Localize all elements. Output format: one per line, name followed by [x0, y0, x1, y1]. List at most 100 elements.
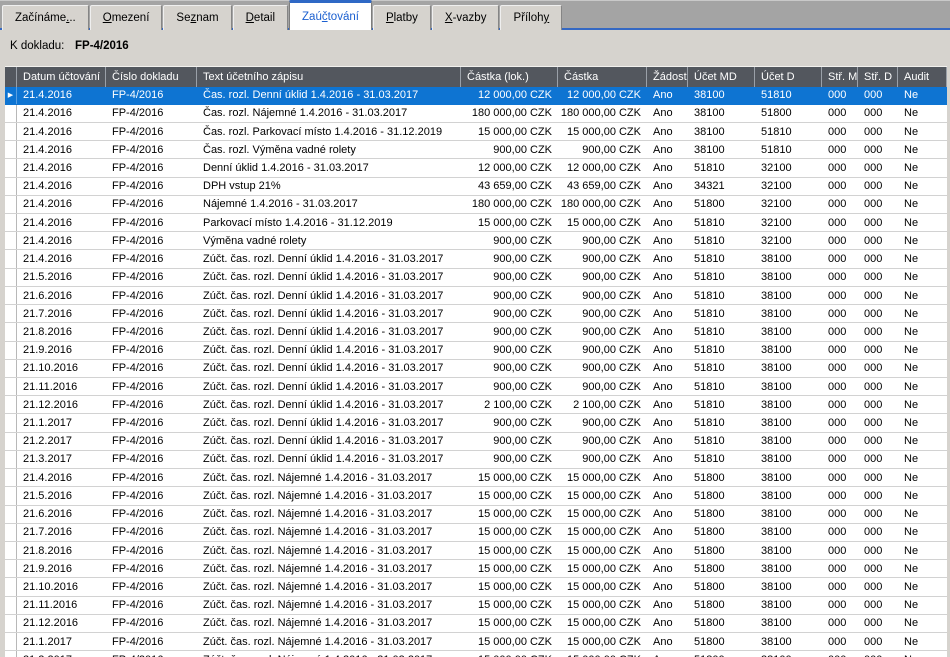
cell-str-md: 000 [822, 123, 858, 140]
cell-ucet-md: 51800 [688, 542, 755, 559]
cell-castka: 43 659,00 CZK [558, 178, 647, 195]
table-row[interactable]: 21.11.2016FP-4/2016Zúčt. čas. rozl. Náje… [5, 597, 947, 615]
table-row[interactable]: 21.3.2017FP-4/2016Zúčt. čas. rozl. Denní… [5, 451, 947, 469]
cell-text-zapisu: Zúčt. čas. rozl. Nájemné 1.4.2016 - 31.0… [197, 506, 461, 523]
table-row[interactable]: 21.11.2016FP-4/2016Zúčt. čas. rozl. Denn… [5, 378, 947, 396]
table-row[interactable]: 21.4.2016FP-4/2016Nájemné 1.4.2016 - 31.… [5, 196, 947, 214]
table-row[interactable]: 21.4.2016FP-4/2016Zúčt. čas. rozl. Nájem… [5, 469, 947, 487]
table-row[interactable]: 21.2.2017FP-4/2016Zúčt. čas. rozl. Denní… [5, 433, 947, 451]
cell-audit: Ne [898, 615, 947, 632]
cell-text-zapisu: Zúčt. čas. rozl. Denní úklid 1.4.2016 - … [197, 414, 461, 431]
table-row[interactable]: 21.10.2016FP-4/2016Zúčt. čas. rozl. Denn… [5, 360, 947, 378]
cell-ucet-md: 34321 [688, 178, 755, 195]
tab-zaciname[interactable]: Začínáme... [2, 5, 89, 30]
table-row[interactable]: 21.4.2016FP-4/2016Parkovací místo 1.4.20… [5, 214, 947, 232]
cell-str-md: 000 [822, 159, 858, 176]
table-row[interactable]: 21.4.2016FP-4/2016DPH vstup 21%43 659,00… [5, 178, 947, 196]
column-header-text-zapisu[interactable]: Text účetního zápisu [197, 67, 461, 87]
table-row[interactable]: 21.8.2016FP-4/2016Zúčt. čas. rozl. Nájem… [5, 542, 947, 560]
tab-platby[interactable]: Platby [373, 5, 431, 30]
cell-cislo-dokladu: FP-4/2016 [106, 560, 197, 577]
table-row[interactable]: 21.5.2016FP-4/2016Zúčt. čas. rozl. Nájem… [5, 487, 947, 505]
row-gutter [5, 633, 17, 650]
row-gutter [5, 487, 17, 504]
cell-str-md: 000 [822, 378, 858, 395]
cell-str-md: 000 [822, 633, 858, 650]
column-header-zadost[interactable]: Žádost [647, 67, 688, 87]
cell-castka: 15 000,00 CZK [558, 615, 647, 632]
cell-str-md: 000 [822, 232, 858, 249]
table-row[interactable]: 21.1.2017FP-4/2016Zúčt. čas. rozl. Nájem… [5, 633, 947, 651]
tab-zauctovani[interactable]: Zaúčtování [289, 0, 372, 30]
cell-ucet-d: 38100 [755, 250, 822, 267]
table-row[interactable]: 21.4.2016FP-4/2016Výměna vadné rolety900… [5, 232, 947, 250]
column-header-str-md[interactable]: Stř. MD [822, 67, 858, 87]
table-row[interactable]: 21.7.2016FP-4/2016Zúčt. čas. rozl. Nájem… [5, 524, 947, 542]
table-row[interactable]: ▶21.4.2016FP-4/2016Čas. rozl. Denní úkli… [5, 87, 947, 105]
column-header-ucet-d[interactable]: Účet D [755, 67, 822, 87]
column-header-ucet-md[interactable]: Účet MD [688, 67, 755, 87]
column-header-datum-uctovani[interactable]: Datum účtování [17, 67, 106, 87]
cell-ucet-d: 38100 [755, 506, 822, 523]
table-row[interactable]: 21.4.2016FP-4/2016Čas. rozl. Nájemné 1.4… [5, 105, 947, 123]
cell-text-zapisu: Zúčt. čas. rozl. Denní úklid 1.4.2016 - … [197, 323, 461, 340]
tab-prilohy[interactable]: Přílohy [500, 5, 562, 30]
table-row[interactable]: 21.8.2016FP-4/2016Zúčt. čas. rozl. Denní… [5, 323, 947, 341]
cell-ucet-d: 38100 [755, 451, 822, 468]
cell-str-d: 000 [858, 633, 898, 650]
cell-ucet-d: 32100 [755, 196, 822, 213]
cell-audit: Ne [898, 433, 947, 450]
cell-castka-lok: 15 000,00 CZK [461, 578, 558, 595]
table-row[interactable]: 21.4.2016FP-4/2016Čas. rozl. Parkovací m… [5, 123, 947, 141]
cell-zadost: Ano [647, 305, 688, 322]
row-gutter [5, 378, 17, 395]
table-row[interactable]: 21.10.2016FP-4/2016Zúčt. čas. rozl. Náje… [5, 578, 947, 596]
cell-cislo-dokladu: FP-4/2016 [106, 159, 197, 176]
cell-castka-lok: 900,00 CZK [461, 433, 558, 450]
column-header-str-d[interactable]: Stř. D [858, 67, 898, 87]
table-row[interactable]: 21.5.2016FP-4/2016Zúčt. čas. rozl. Denní… [5, 269, 947, 287]
table-row[interactable]: 21.6.2016FP-4/2016Zúčt. čas. rozl. Nájem… [5, 506, 947, 524]
column-header-audit[interactable]: Audit [898, 67, 947, 87]
column-header-cislo-dokladu[interactable]: Číslo dokladu [106, 67, 197, 87]
cell-castka-lok: 900,00 CZK [461, 269, 558, 286]
cell-str-d: 000 [858, 269, 898, 286]
table-row[interactable]: 21.7.2016FP-4/2016Zúčt. čas. rozl. Denní… [5, 305, 947, 323]
row-gutter [5, 414, 17, 431]
cell-datum-uctovani: 21.1.2017 [17, 414, 106, 431]
row-gutter [5, 305, 17, 322]
tab-seznam[interactable]: Seznam [163, 5, 231, 30]
cell-text-zapisu: Zúčt. čas. rozl. Denní úklid 1.4.2016 - … [197, 269, 461, 286]
cell-cislo-dokladu: FP-4/2016 [106, 305, 197, 322]
cell-ucet-md: 51800 [688, 487, 755, 504]
cell-text-zapisu: Zúčt. čas. rozl. Nájemné 1.4.2016 - 31.0… [197, 469, 461, 486]
cell-castka: 900,00 CZK [558, 378, 647, 395]
cell-castka: 15 000,00 CZK [558, 487, 647, 504]
table-row[interactable]: 21.9.2016FP-4/2016Zúčt. čas. rozl. Denní… [5, 342, 947, 360]
table-row[interactable]: 21.6.2016FP-4/2016Zúčt. čas. rozl. Denní… [5, 287, 947, 305]
table-row[interactable]: 21.4.2016FP-4/2016Zúčt. čas. rozl. Denní… [5, 250, 947, 268]
tab-detail[interactable]: Detail [233, 5, 288, 30]
table-row[interactable]: 21.1.2017FP-4/2016Zúčt. čas. rozl. Denní… [5, 414, 947, 432]
cell-ucet-md: 51810 [688, 305, 755, 322]
table-row[interactable]: 21.12.2016FP-4/2016Zúčt. čas. rozl. Náje… [5, 615, 947, 633]
cell-text-zapisu: Zúčt. čas. rozl. Denní úklid 1.4.2016 - … [197, 305, 461, 322]
table-row[interactable]: 21.9.2016FP-4/2016Zúčt. čas. rozl. Nájem… [5, 560, 947, 578]
cell-ucet-d: 38100 [755, 469, 822, 486]
table-row[interactable]: 21.4.2016FP-4/2016Čas. rozl. Výměna vadn… [5, 141, 947, 159]
column-header-castka-lok[interactable]: Částka (lok.) [461, 67, 558, 87]
tab-x-vazby[interactable]: X-vazby [432, 5, 500, 30]
table-row[interactable]: 21.4.2016FP-4/2016Denní úklid 1.4.2016 -… [5, 159, 947, 177]
column-header-castka[interactable]: Částka [558, 67, 647, 87]
cell-castka: 15 000,00 CZK [558, 469, 647, 486]
cell-audit: Ne [898, 560, 947, 577]
table-row[interactable]: 21.12.2016FP-4/2016Zúčt. čas. rozl. Denn… [5, 396, 947, 414]
cell-zadost: Ano [647, 360, 688, 377]
cell-str-d: 000 [858, 578, 898, 595]
tab-omezeni[interactable]: Omezení [90, 5, 163, 30]
cell-ucet-md: 51810 [688, 342, 755, 359]
cell-ucet-d: 32100 [755, 214, 822, 231]
cell-str-d: 000 [858, 87, 898, 104]
cell-cislo-dokladu: FP-4/2016 [106, 196, 197, 213]
table-row[interactable]: 21.2.2017FP-4/2016Zúčt. čas. rozl. Nájem… [5, 651, 947, 657]
